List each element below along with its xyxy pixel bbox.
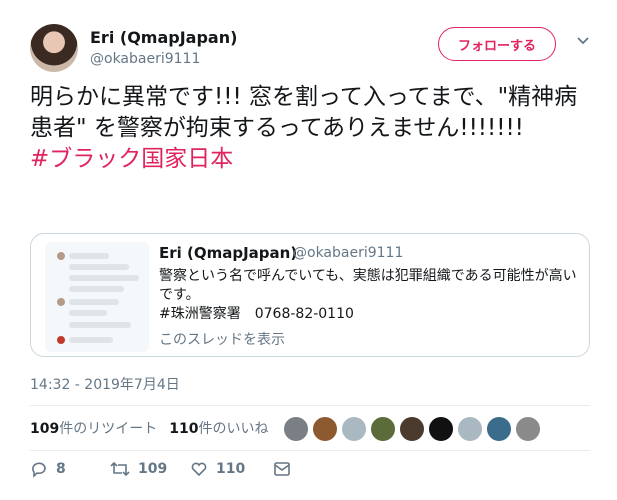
liker-avatar[interactable]	[341, 416, 367, 442]
author-handle[interactable]: @okabaeri9111	[90, 51, 200, 67]
message-icon	[274, 462, 290, 476]
direct-message-button[interactable]	[273, 460, 299, 478]
like-stat-label: 件のいいね	[198, 421, 269, 437]
quoted-hashtag-line: #珠洲警察署 0768-82-0110	[159, 306, 354, 322]
reply-icon	[32, 462, 46, 478]
like-count: 110	[216, 461, 246, 477]
quoted-text: 警察という名で呼んでいても、実態は犯罪組織である可能性が高いです。 #珠洲警察署…	[159, 267, 579, 324]
heart-icon	[191, 462, 207, 477]
quoted-author-handle: @okabaeri9111	[293, 245, 404, 261]
quoted-text-line: 警察という名で呼んでいても、実態は犯罪組織である可能性が高いです。	[159, 268, 577, 303]
liker-avatar[interactable]	[312, 416, 338, 442]
retweet-button[interactable]: 109	[110, 460, 167, 478]
retweet-icon	[110, 461, 130, 477]
like-button[interactable]: 110	[190, 460, 245, 478]
liker-avatar[interactable]	[370, 416, 396, 442]
author-name[interactable]: Eri (QmapJapan)	[90, 28, 237, 47]
follow-button[interactable]: フォローする	[438, 27, 556, 61]
tweet-header: Eri (QmapJapan) @okabaeri9111 フォローする	[30, 18, 600, 74]
hashtag-link[interactable]: #ブラック国家日本	[30, 144, 590, 175]
reply-button[interactable]: 8	[30, 460, 66, 478]
liker-avatar[interactable]	[399, 416, 425, 442]
retweet-count: 109	[138, 461, 168, 477]
retweet-stat-count: 109	[30, 421, 60, 437]
liker-avatar[interactable]	[457, 416, 483, 442]
show-thread-link[interactable]: このスレッドを表示	[159, 329, 285, 349]
engagement-stats: 109件のリツイート 110件のいいね	[30, 413, 280, 443]
reply-count: 8	[56, 461, 66, 477]
liker-avatar[interactable]	[283, 416, 309, 442]
liker-avatars	[283, 416, 544, 442]
quoted-media-thumbnail[interactable]	[45, 242, 149, 352]
quoted-tweet[interactable]: Eri (QmapJapan) @okabaeri9111 警察という名で呼んで…	[30, 233, 590, 357]
divider	[30, 405, 590, 406]
liker-avatar[interactable]	[486, 416, 512, 442]
retweet-stat-label: 件のリツイート	[59, 421, 158, 437]
tweet-body: 明らかに異常です!!! 窓を割って入ってまで、"精神病患者" を警察が拘束するっ…	[30, 84, 578, 141]
action-bar: 8 109 110	[30, 460, 330, 486]
liker-avatar[interactable]	[428, 416, 454, 442]
like-stat[interactable]: 110件のいいね	[169, 418, 268, 438]
chevron-down-icon[interactable]	[575, 32, 591, 48]
retweet-stat[interactable]: 109件のリツイート	[30, 418, 157, 438]
liker-avatar[interactable]	[515, 416, 541, 442]
like-stat-count: 110	[169, 421, 199, 437]
tweet-text: 明らかに異常です!!! 窓を割って入ってまで、"精神病患者" を警察が拘束するっ…	[30, 82, 590, 175]
divider	[30, 450, 590, 451]
quoted-author-name: Eri (QmapJapan)	[159, 244, 298, 262]
author-avatar[interactable]	[30, 24, 78, 72]
tweet-timestamp[interactable]: 14:32 - 2019年7月4日	[30, 374, 180, 394]
